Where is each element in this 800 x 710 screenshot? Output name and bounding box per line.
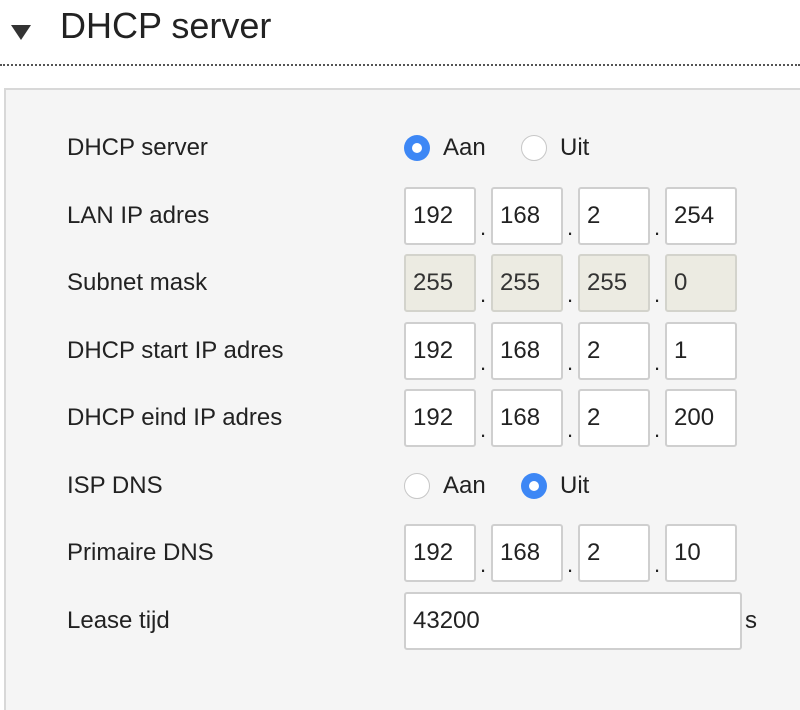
lease-time-input[interactable] <box>404 592 742 650</box>
octet-separator: . <box>653 215 661 240</box>
primary-dns-octet-3[interactable] <box>578 524 650 582</box>
octet-separator: . <box>566 282 574 307</box>
lan-ip-octet-3[interactable] <box>578 187 650 245</box>
dhcp-end-ip-octet-4[interactable] <box>665 389 737 447</box>
subnet-mask-octet-3 <box>578 254 650 312</box>
primary-dns-octet-4[interactable] <box>665 524 737 582</box>
primary-dns-octet-2[interactable] <box>491 524 563 582</box>
subnet-mask-octet-2 <box>491 254 563 312</box>
octet-separator: . <box>653 350 661 375</box>
dhcp-start-ip-octet-1[interactable] <box>404 322 476 380</box>
subnet-mask-octet-4 <box>665 254 737 312</box>
primary-dns-row: Primaire DNS . . . <box>6 523 800 583</box>
lan-ip-field: . . . <box>404 187 740 245</box>
octet-separator: . <box>653 282 661 307</box>
section-title: DHCP server <box>60 5 272 46</box>
dhcp-end-ip-row: DHCP eind IP adres . . . <box>6 388 800 448</box>
isp-dns-on-radio[interactable] <box>404 473 430 499</box>
dhcp-settings-page: DHCP server DHCP server Aan Uit LAN IP a… <box>0 0 800 710</box>
octet-separator: . <box>479 215 487 240</box>
header-divider <box>0 64 800 66</box>
isp-dns-off-radio[interactable] <box>521 473 547 499</box>
octet-separator: . <box>479 417 487 442</box>
lan-ip-octet-4[interactable] <box>665 187 737 245</box>
dhcp-server-off-radio[interactable] <box>521 135 547 161</box>
primary-dns-octet-1[interactable] <box>404 524 476 582</box>
octet-separator: . <box>653 552 661 577</box>
dhcp-form-panel: DHCP server Aan Uit LAN IP adres . . <box>4 88 800 710</box>
subnet-mask-label: Subnet mask <box>67 269 208 296</box>
lan-ip-octet-1[interactable] <box>404 187 476 245</box>
lan-ip-row: LAN IP adres . . . <box>6 186 800 246</box>
lan-ip-octet-2[interactable] <box>491 187 563 245</box>
dhcp-end-ip-label: DHCP eind IP adres <box>67 404 283 431</box>
dhcp-start-ip-label: DHCP start IP adres <box>67 337 284 364</box>
triangle-down-icon <box>11 25 31 40</box>
octet-separator: . <box>566 215 574 240</box>
dhcp-end-ip-field: . . . <box>404 389 740 447</box>
primary-dns-field: . . . <box>404 524 740 582</box>
dhcp-start-ip-octet-3[interactable] <box>578 322 650 380</box>
dhcp-end-ip-octet-1[interactable] <box>404 389 476 447</box>
octet-separator: . <box>653 417 661 442</box>
lease-time-unit: s <box>745 607 757 634</box>
subnet-mask-row: Subnet mask . . . <box>6 253 800 313</box>
dhcp-server-off-label: Uit <box>560 134 590 161</box>
dhcp-server-on-label: Aan <box>443 134 486 161</box>
collapse-toggle[interactable] <box>8 18 34 44</box>
dhcp-start-ip-octet-2[interactable] <box>491 322 563 380</box>
dhcp-start-ip-row: DHCP start IP adres . . . <box>6 321 800 381</box>
dhcp-start-ip-octet-4[interactable] <box>665 322 737 380</box>
dhcp-server-on-radio[interactable] <box>404 135 430 161</box>
section-header: DHCP server <box>0 0 800 66</box>
lan-ip-label: LAN IP adres <box>67 202 210 229</box>
octet-separator: . <box>566 417 574 442</box>
subnet-mask-octet-1 <box>404 254 476 312</box>
isp-dns-on-label: Aan <box>443 472 486 499</box>
lease-time-row: Lease tijd s <box>6 591 800 651</box>
isp-dns-off-label: Uit <box>560 472 590 499</box>
octet-separator: . <box>566 552 574 577</box>
subnet-mask-field: . . . <box>404 254 740 312</box>
isp-dns-label: ISP DNS <box>67 472 163 499</box>
dhcp-end-ip-octet-3[interactable] <box>578 389 650 447</box>
dhcp-server-row: DHCP server Aan Uit <box>6 118 800 178</box>
octet-separator: . <box>479 282 487 307</box>
octet-separator: . <box>479 350 487 375</box>
dhcp-server-label: DHCP server <box>67 134 208 161</box>
dhcp-end-ip-octet-2[interactable] <box>491 389 563 447</box>
octet-separator: . <box>479 552 487 577</box>
primary-dns-label: Primaire DNS <box>67 539 214 566</box>
dhcp-start-ip-field: . . . <box>404 322 740 380</box>
lease-time-label: Lease tijd <box>67 607 170 634</box>
isp-dns-row: ISP DNS Aan Uit <box>6 456 800 516</box>
octet-separator: . <box>566 350 574 375</box>
